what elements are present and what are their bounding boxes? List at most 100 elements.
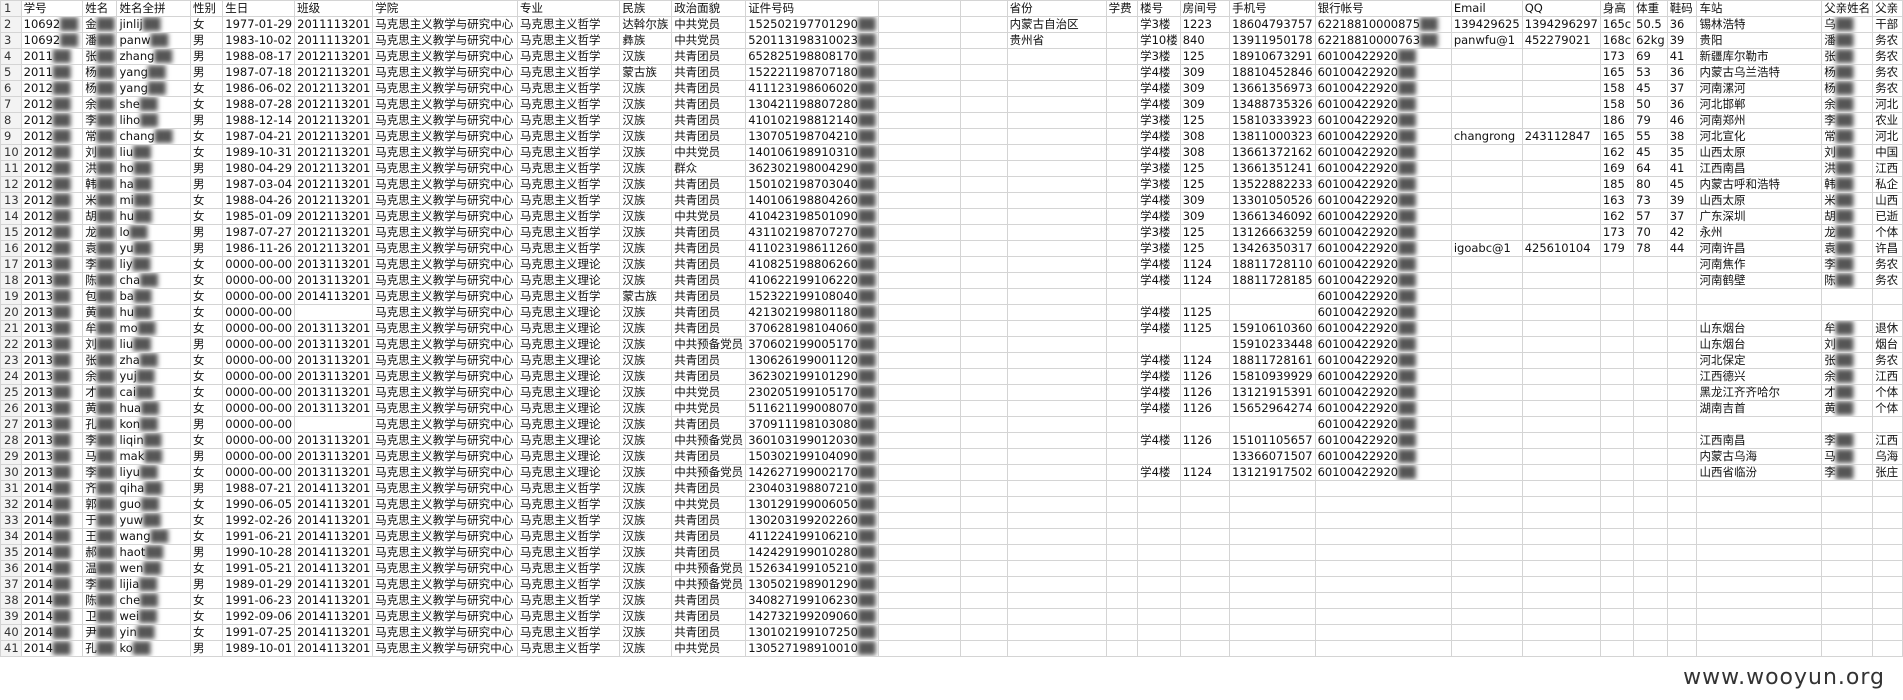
table-cell[interactable]: ba██ xyxy=(116,288,191,305)
table-cell[interactable] xyxy=(1105,544,1139,561)
table-cell[interactable] xyxy=(1666,608,1698,625)
table-cell[interactable]: 2012113201 xyxy=(294,208,374,225)
table-cell[interactable]: 2014██ xyxy=(20,592,84,609)
table-cell[interactable] xyxy=(1521,320,1601,337)
table-cell[interactable]: 余██ xyxy=(1821,368,1874,385)
table-cell[interactable]: 马克思主义理论 xyxy=(517,384,621,401)
table-cell[interactable]: 汉族 xyxy=(619,368,673,385)
table-cell[interactable]: 37 xyxy=(1666,208,1698,225)
table-cell[interactable]: 中共党员 xyxy=(671,496,747,513)
table-cell[interactable]: 张庄 xyxy=(1872,464,1903,481)
table-cell[interactable]: 2012██ xyxy=(20,80,84,97)
table-cell[interactable]: 李██ xyxy=(82,576,118,593)
table-cell[interactable]: 男 xyxy=(189,640,224,657)
table-cell[interactable] xyxy=(877,448,962,465)
table-cell[interactable] xyxy=(1229,528,1316,545)
table-cell[interactable] xyxy=(877,128,962,145)
table-cell[interactable] xyxy=(1105,272,1139,289)
table-cell[interactable] xyxy=(1450,192,1523,209)
table-cell[interactable] xyxy=(1521,640,1601,657)
table-cell[interactable]: 女 xyxy=(189,512,224,529)
table-cell[interactable] xyxy=(1450,512,1523,529)
row-number[interactable]: 30 xyxy=(0,464,22,481)
table-cell[interactable]: 2014██ xyxy=(20,512,84,529)
table-cell[interactable]: 60100422920██ xyxy=(1314,272,1452,289)
table-cell[interactable] xyxy=(1821,624,1874,641)
table-cell[interactable] xyxy=(1521,336,1601,353)
table-cell[interactable] xyxy=(960,400,1008,417)
table-cell[interactable]: 410102198812140██ xyxy=(745,112,879,129)
table-cell[interactable] xyxy=(1450,320,1523,337)
table-cell[interactable]: lo██ xyxy=(116,224,191,241)
table-cell[interactable]: 共青团员 xyxy=(671,288,747,305)
table-cell[interactable]: 60100422920██ xyxy=(1314,256,1452,273)
table-cell[interactable]: 165 xyxy=(1599,128,1635,145)
table-cell[interactable] xyxy=(1633,528,1668,545)
table-cell[interactable]: 2012113201 xyxy=(294,80,374,97)
column-header[interactable]: 身高 xyxy=(1599,0,1635,17)
table-cell[interactable]: 2012██ xyxy=(20,160,84,177)
table-cell[interactable]: 2012113201 xyxy=(294,160,374,177)
table-cell[interactable] xyxy=(877,416,962,433)
table-cell[interactable]: 汉族 xyxy=(619,240,673,257)
table-cell[interactable] xyxy=(1872,416,1903,433)
table-cell[interactable]: 马克思主义哲学 xyxy=(517,288,621,305)
table-cell[interactable]: 常██ xyxy=(1821,128,1874,145)
table-cell[interactable]: 广东深圳 xyxy=(1696,208,1823,225)
table-cell[interactable]: 陈██ xyxy=(82,272,118,289)
table-cell[interactable]: 学4楼 xyxy=(1137,192,1181,209)
table-cell[interactable]: 13301050526 xyxy=(1229,192,1316,209)
table-cell[interactable] xyxy=(1006,144,1107,161)
table-cell[interactable]: 女 xyxy=(189,400,224,417)
table-cell[interactable] xyxy=(1633,256,1668,273)
table-cell[interactable]: mi██ xyxy=(116,192,191,209)
table-cell[interactable] xyxy=(877,48,962,65)
table-cell[interactable] xyxy=(1229,608,1316,625)
table-cell[interactable]: 李██ xyxy=(1821,256,1874,273)
table-cell[interactable]: 马克思主义教学与研究中心 xyxy=(372,176,519,193)
table-cell[interactable] xyxy=(1137,336,1181,353)
table-cell[interactable]: 孔██ xyxy=(82,416,118,433)
table-cell[interactable]: 杨██ xyxy=(82,64,118,81)
table-cell[interactable]: 张██ xyxy=(82,352,118,369)
table-cell[interactable]: 汉族 xyxy=(619,448,673,465)
column-header[interactable]: 学费 xyxy=(1105,0,1139,17)
table-cell[interactable]: 1983-10-02 xyxy=(222,32,296,49)
table-cell[interactable]: 男 xyxy=(189,176,224,193)
column-header[interactable]: 姓名 xyxy=(82,0,118,17)
table-cell[interactable] xyxy=(1821,512,1874,529)
table-cell[interactable] xyxy=(960,576,1008,593)
table-cell[interactable]: 马克思主义教学与研究中心 xyxy=(372,432,519,449)
table-cell[interactable] xyxy=(1521,144,1601,161)
row-number[interactable]: 19 xyxy=(0,288,22,305)
table-cell[interactable]: 马克思主义教学与研究中心 xyxy=(372,544,519,561)
table-cell[interactable] xyxy=(1599,528,1635,545)
table-cell[interactable]: 2012113201 xyxy=(294,96,374,113)
table-cell[interactable]: 卫██ xyxy=(82,608,118,625)
table-cell[interactable]: 2013113201 xyxy=(294,352,374,369)
table-cell[interactable] xyxy=(1450,288,1523,305)
table-cell[interactable]: 河北保定 xyxy=(1696,352,1823,369)
table-cell[interactable] xyxy=(960,144,1008,161)
table-cell[interactable]: 陈██ xyxy=(82,592,118,609)
table-cell[interactable]: 2012██ xyxy=(20,128,84,145)
table-cell[interactable]: 于██ xyxy=(82,512,118,529)
table-cell[interactable]: 173 xyxy=(1599,224,1635,241)
table-cell[interactable] xyxy=(1696,288,1823,305)
table-cell[interactable] xyxy=(1450,80,1523,97)
table-cell[interactable]: 刘██ xyxy=(82,336,118,353)
table-cell[interactable] xyxy=(1314,480,1452,497)
row-number[interactable]: 13 xyxy=(0,192,22,209)
table-cell[interactable]: 1126 xyxy=(1179,368,1231,385)
table-cell[interactable]: 152322199108040██ xyxy=(745,288,879,305)
table-cell[interactable]: 2011██ xyxy=(20,64,84,81)
table-cell[interactable] xyxy=(1137,288,1181,305)
table-cell[interactable] xyxy=(877,272,962,289)
table-cell[interactable]: 黄██ xyxy=(82,400,118,417)
table-cell[interactable]: 学4楼 xyxy=(1137,128,1181,145)
table-cell[interactable] xyxy=(1450,624,1523,641)
table-cell[interactable] xyxy=(1666,480,1698,497)
table-cell[interactable]: 60100422920██ xyxy=(1314,176,1452,193)
table-cell[interactable]: 江西德兴 xyxy=(1696,368,1823,385)
table-cell[interactable]: 309 xyxy=(1179,208,1231,225)
